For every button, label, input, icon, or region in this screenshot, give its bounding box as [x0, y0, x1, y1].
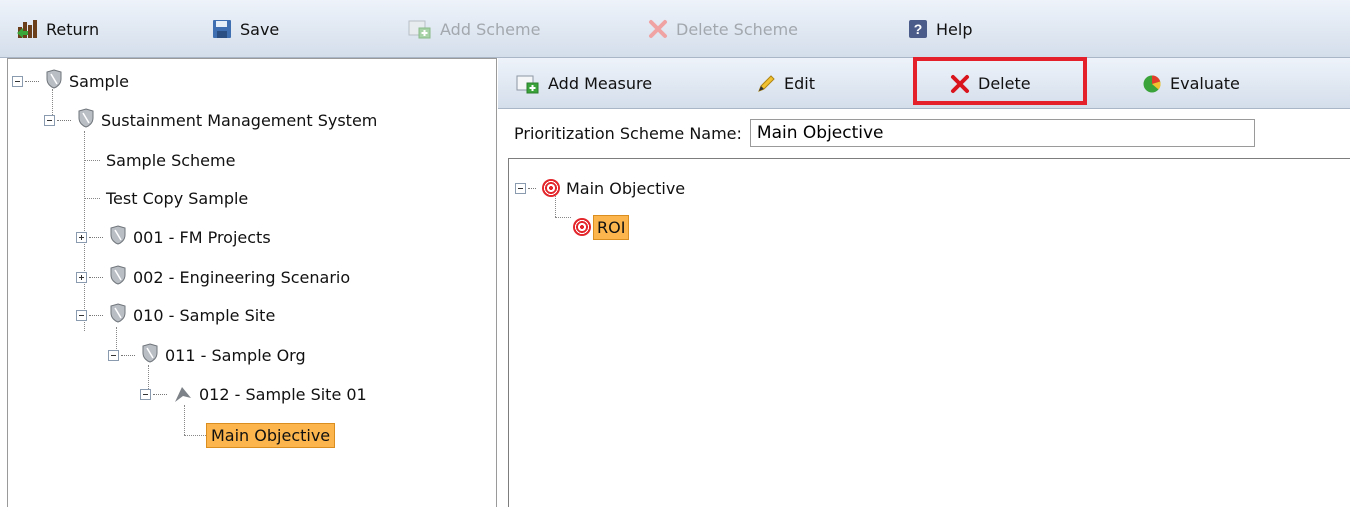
tree-node-sample-site-01[interactable]: 012 - Sample Site 01 — [140, 382, 367, 406]
return-label: Return — [46, 19, 100, 39]
target-icon — [573, 218, 591, 236]
edit-button[interactable]: Edit — [756, 58, 815, 109]
tree-label: 002 - Engineering Scenario — [133, 267, 351, 287]
tree-label: Test Copy Sample — [106, 188, 249, 208]
tree-node-engineering-scenario[interactable]: 002 - Engineering Scenario — [76, 265, 350, 289]
tree-node-sms[interactable]: Sustainment Management System — [44, 108, 377, 132]
target-icon — [542, 179, 560, 197]
scheme-tree-panel: Sample Sustainment Management System Sam… — [7, 58, 497, 507]
help-icon: ? — [908, 19, 928, 39]
tree-node-sample-site[interactable]: 010 - Sample Site — [76, 303, 275, 327]
scheme-name-label: Prioritization Scheme Name: — [514, 123, 742, 143]
pie-chart-icon — [1142, 74, 1162, 94]
edit-label: Edit — [784, 74, 815, 93]
delete-scheme-button[interactable]: Delete Scheme — [648, 0, 798, 58]
tree-label: 011 - Sample Org — [165, 345, 306, 365]
collapse-toggle[interactable] — [12, 75, 23, 87]
svg-text:?: ? — [914, 21, 923, 37]
tree-label: Sample Scheme — [106, 150, 236, 170]
shield-icon — [109, 265, 127, 289]
main-toolbar: Return Save Add Scheme Delete Scheme ? H… — [0, 0, 1350, 58]
tree-node-main-objective[interactable]: Main Objective — [206, 421, 336, 449]
return-icon — [16, 19, 38, 39]
add-document-icon — [408, 19, 432, 39]
delete-highlight-box — [913, 57, 1087, 105]
tree-label: 012 - Sample Site 01 — [199, 384, 367, 404]
add-document-icon — [516, 74, 540, 94]
tree-label: Sample — [69, 71, 129, 91]
shield-icon — [141, 343, 159, 367]
save-button[interactable]: Save — [212, 0, 279, 58]
objective-node-main[interactable]: Main Objective — [515, 176, 685, 200]
add-measure-button[interactable]: Add Measure — [516, 58, 652, 109]
save-label: Save — [240, 19, 280, 39]
evaluate-label: Evaluate — [1170, 74, 1240, 93]
shield-icon — [77, 108, 95, 132]
tree-node-test-copy-sample[interactable]: Test Copy Sample — [106, 186, 248, 210]
tree-node-fm-projects[interactable]: 001 - FM Projects — [76, 225, 271, 249]
shield-icon — [109, 225, 127, 249]
flag-icon — [173, 385, 193, 403]
shield-icon — [109, 303, 127, 327]
collapse-toggle[interactable] — [108, 349, 119, 361]
tree-label: Sustainment Management System — [101, 110, 378, 130]
delete-scheme-label: Delete Scheme — [676, 19, 799, 39]
help-button[interactable]: ? Help — [908, 0, 972, 58]
delete-x-icon — [648, 19, 668, 39]
tree-label: 001 - FM Projects — [133, 227, 271, 247]
evaluate-button[interactable]: Evaluate — [1142, 58, 1240, 109]
add-scheme-label: Add Scheme — [440, 19, 541, 39]
collapse-toggle[interactable] — [515, 182, 526, 194]
shield-icon — [45, 69, 63, 93]
tree-label: 010 - Sample Site — [133, 305, 276, 325]
scheme-name-input[interactable] — [749, 119, 1255, 147]
collapse-toggle[interactable] — [140, 388, 151, 400]
save-icon — [212, 19, 232, 39]
selected-tree-label: Main Objective — [206, 422, 336, 448]
add-measure-label: Add Measure — [548, 74, 653, 93]
scheme-editor-panel: Add Measure Edit Delete Evaluate Priorit… — [498, 57, 1350, 507]
return-button[interactable]: Return — [16, 0, 99, 58]
scheme-name-row: Prioritization Scheme Name: — [514, 118, 1255, 148]
tree-node-sample-scheme[interactable]: Sample Scheme — [106, 148, 235, 172]
collapse-toggle[interactable] — [44, 114, 55, 126]
pencil-icon — [756, 74, 776, 94]
objective-node-roi[interactable]: ROI — [573, 212, 630, 242]
objective-toolbar: Add Measure Edit Delete Evaluate — [498, 57, 1350, 109]
expand-toggle[interactable] — [76, 271, 87, 283]
help-label: Help — [936, 19, 973, 39]
collapse-toggle[interactable] — [76, 309, 87, 321]
add-scheme-button[interactable]: Add Scheme — [408, 0, 540, 58]
selected-objective-label: ROI — [593, 214, 630, 240]
objective-label: Main Objective — [566, 178, 686, 198]
tree-node-sample-org[interactable]: 011 - Sample Org — [108, 343, 306, 367]
tree-node-sample[interactable]: Sample — [12, 69, 129, 93]
expand-toggle[interactable] — [76, 231, 87, 243]
objective-tree-panel: Main Objective ROI — [508, 158, 1350, 507]
